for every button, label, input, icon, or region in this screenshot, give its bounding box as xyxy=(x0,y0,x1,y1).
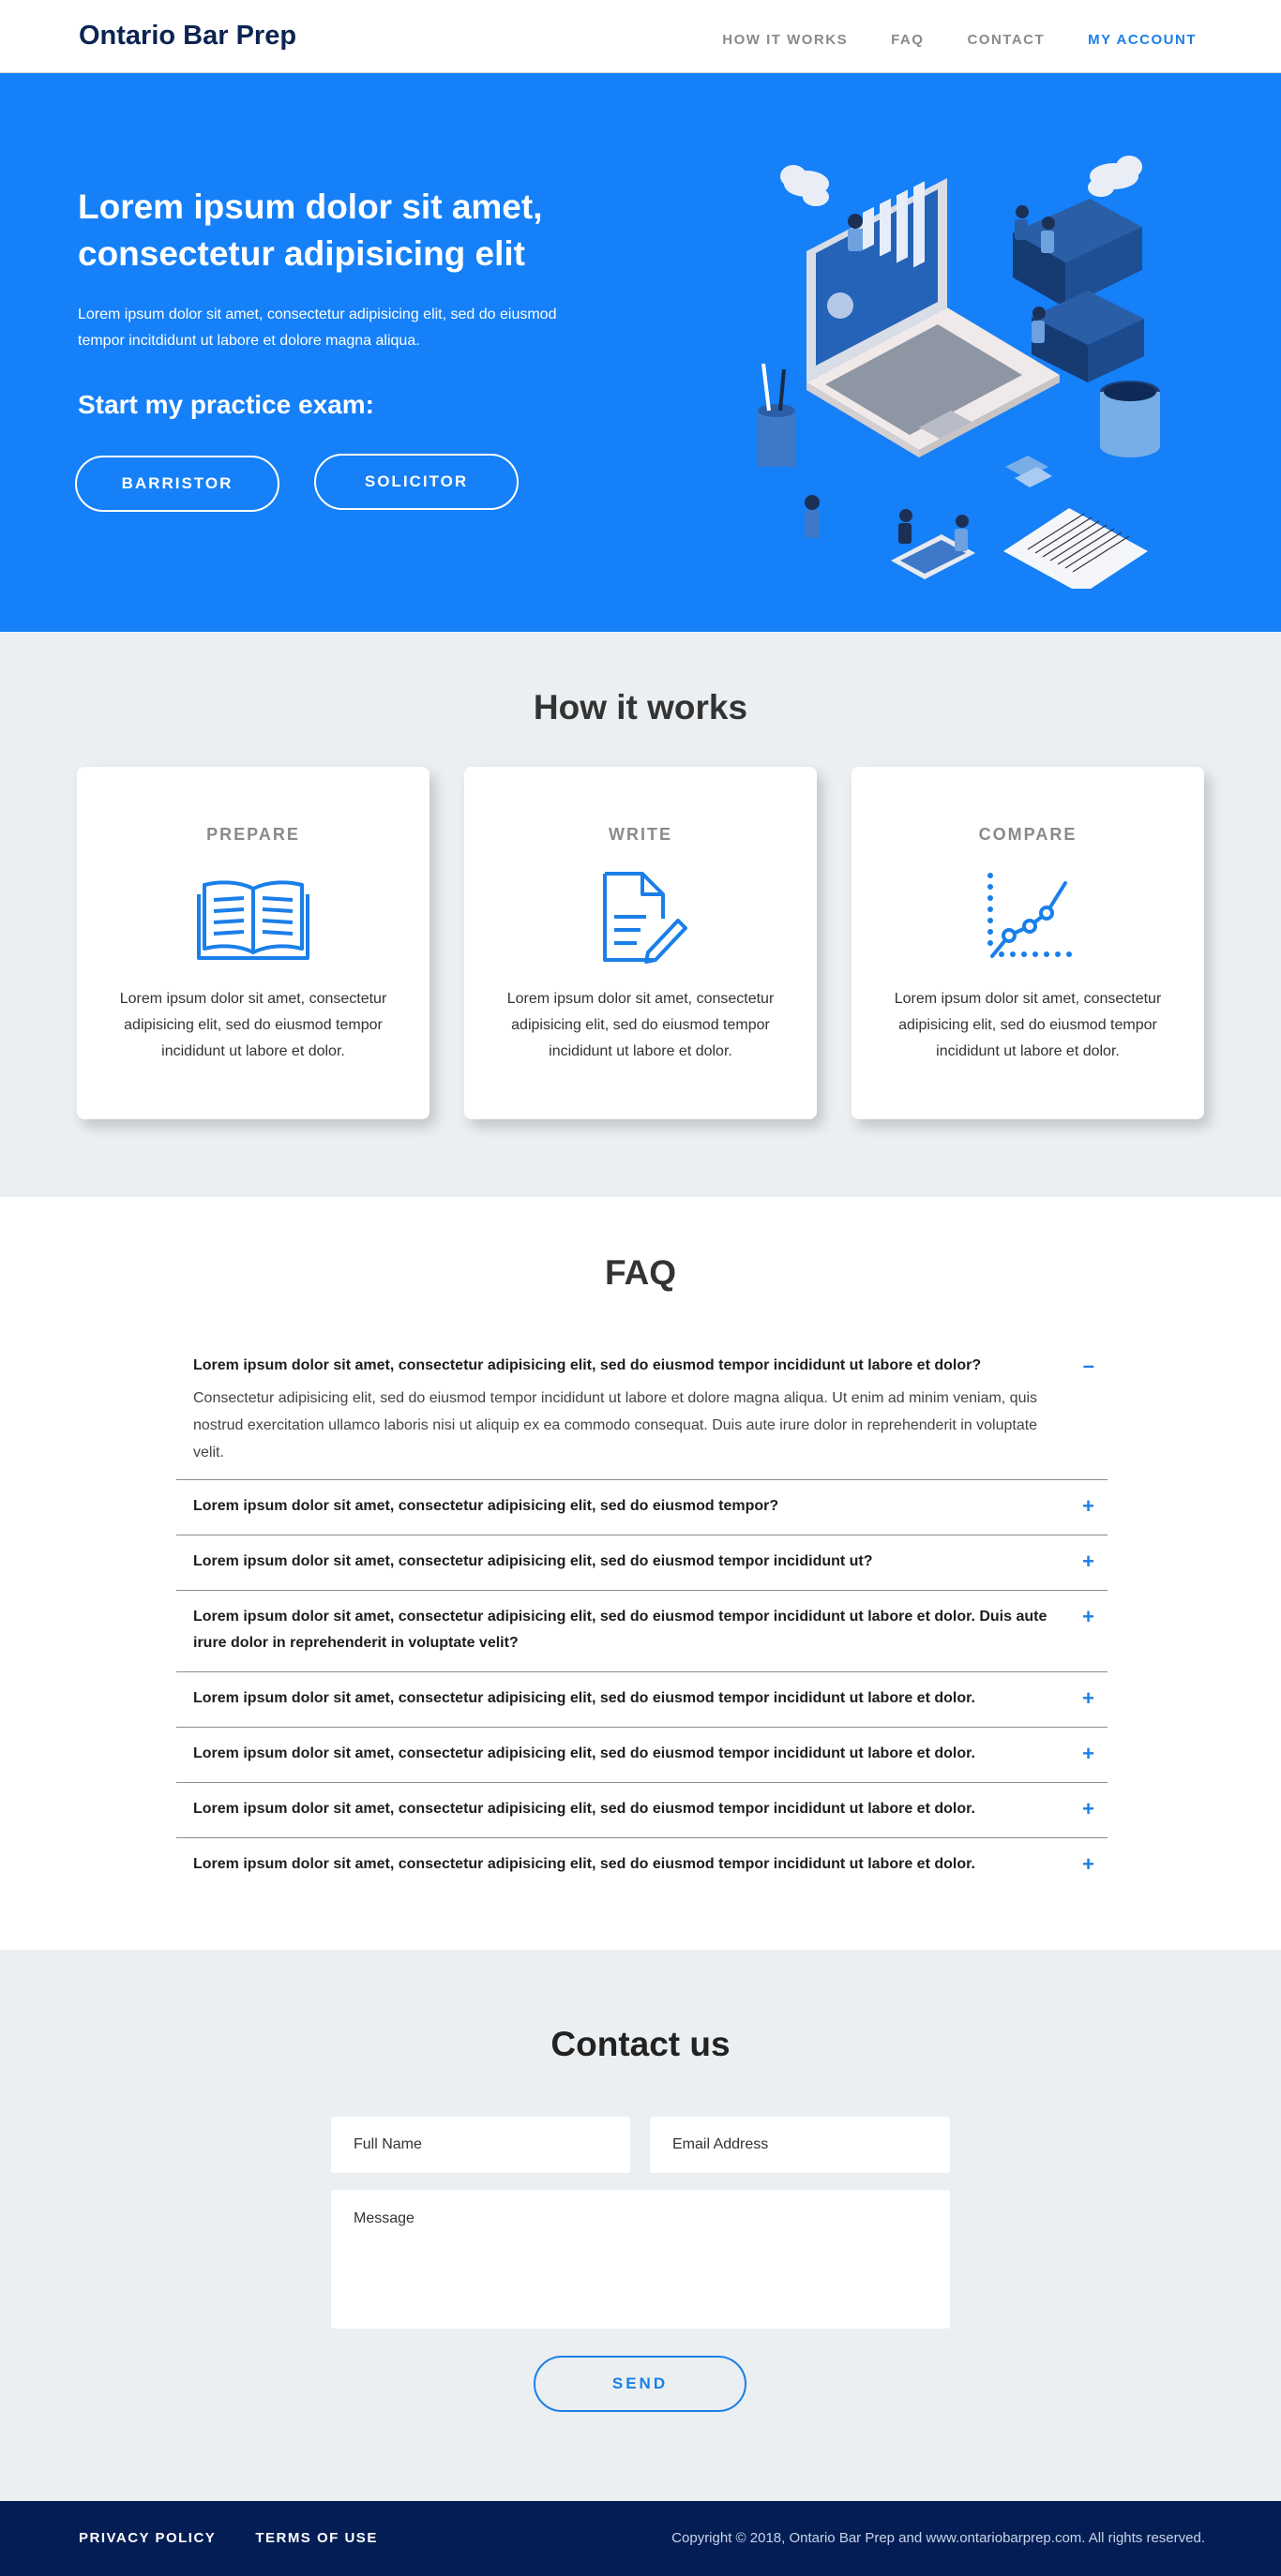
faq-question[interactable]: Lorem ipsum dolor sit amet, consectetur … xyxy=(193,1493,1051,1520)
expand-icon[interactable]: + xyxy=(1082,1549,1094,1575)
full-name-field[interactable] xyxy=(331,2117,630,2173)
expand-icon[interactable]: + xyxy=(1082,1851,1094,1878)
faq-item[interactable]: Lorem ipsum dolor sit amet, consectetur … xyxy=(176,1340,1108,1480)
expand-icon[interactable]: + xyxy=(1082,1604,1094,1630)
faq-list: Lorem ipsum dolor sit amet, consectetur … xyxy=(176,1340,1108,1893)
email-field[interactable] xyxy=(650,2117,950,2173)
faq-question[interactable]: Lorem ipsum dolor sit amet, consectetur … xyxy=(193,1549,1051,1575)
card-compare: COMPARE Lorem ipsum dolor sit amet, cons… xyxy=(851,767,1204,1119)
expand-icon[interactable]: + xyxy=(1082,1741,1094,1767)
solicitor-button[interactable]: SOLICITOR xyxy=(314,454,519,510)
nav-menu: HOW IT WORKS FAQ CONTACT MY ACCOUNT xyxy=(722,32,1197,48)
collapse-icon[interactable]: – xyxy=(1083,1353,1094,1379)
footer-links: PRIVACY POLICY TERMS OF USE xyxy=(79,2530,378,2546)
faq-answer: Consectetur adipisicing elit, sed do eiu… xyxy=(193,1390,1038,1460)
hero-lead: Lorem ipsum dolor sit amet, consectetur … xyxy=(78,307,557,349)
faq-question[interactable]: Lorem ipsum dolor sit amet, consectetur … xyxy=(193,1353,1051,1379)
card-text: Lorem ipsum dolor sit amet, consectetur … xyxy=(119,991,387,1059)
card-prepare: PREPARE Lorem ipsum dolor sit amet, cons… xyxy=(77,767,430,1119)
footer: PRIVACY POLICY TERMS OF USE Copyright © … xyxy=(0,2501,1281,2576)
faq-question[interactable]: Lorem ipsum dolor sit amet, consectetur … xyxy=(193,1604,1051,1656)
faq-item[interactable]: Lorem ipsum dolor sit amet, consectetur … xyxy=(176,1672,1108,1728)
faq-item[interactable]: Lorem ipsum dolor sit amet, consectetur … xyxy=(176,1480,1108,1535)
nav-contact[interactable]: CONTACT xyxy=(967,32,1045,48)
faq-item[interactable]: Lorem ipsum dolor sit amet, consectetur … xyxy=(176,1591,1108,1672)
card-title: WRITE xyxy=(609,825,672,844)
expand-icon[interactable]: + xyxy=(1082,1796,1094,1822)
faq-question[interactable]: Lorem ipsum dolor sit amet, consectetur … xyxy=(193,1685,1051,1712)
open-book-icon xyxy=(197,880,309,960)
card-text: Lorem ipsum dolor sit amet, consectetur … xyxy=(894,991,1162,1059)
hero-section: Lorem ipsum dolor sit amet, consectetur … xyxy=(0,73,1281,632)
terms-of-use-link[interactable]: TERMS OF USE xyxy=(255,2530,378,2546)
send-button[interactable]: SEND xyxy=(534,2356,746,2412)
nav-how-it-works[interactable]: HOW IT WORKS xyxy=(722,32,848,48)
privacy-policy-link[interactable]: PRIVACY POLICY xyxy=(79,2530,216,2546)
faq-item[interactable]: Lorem ipsum dolor sit amet, consectetur … xyxy=(176,1838,1108,1893)
faq-item[interactable]: Lorem ipsum dolor sit amet, consectetur … xyxy=(176,1783,1108,1838)
copyright-text: Copyright © 2018, Ontario Bar Prep and w… xyxy=(671,2530,1205,2546)
contact-title: Contact us xyxy=(550,2025,731,2063)
message-field[interactable] xyxy=(331,2190,950,2329)
hero-cta-heading: Start my practice exam: xyxy=(78,390,374,419)
hero-title: Lorem ipsum dolor sit amet, consectetur … xyxy=(78,187,543,273)
card-title: COMPARE xyxy=(978,825,1078,844)
card-text: Lorem ipsum dolor sit amet, consectetur … xyxy=(506,991,775,1059)
document-pencil-icon xyxy=(603,872,687,964)
how-it-works-title: How it works xyxy=(533,688,748,726)
how-it-works-section: How it works PREPARE Lorem ipsum dolor s… xyxy=(0,632,1281,1197)
contact-section: Contact us SEND xyxy=(0,1950,1281,2501)
card-write: WRITE Lorem ipsum dolor sit amet, consec… xyxy=(464,767,817,1119)
faq-title: FAQ xyxy=(604,1253,677,1292)
laptop-books-people-illustration-icon xyxy=(758,156,1160,589)
faq-item[interactable]: Lorem ipsum dolor sit amet, consectetur … xyxy=(176,1728,1108,1783)
expand-icon[interactable]: + xyxy=(1082,1685,1094,1712)
brand-logo[interactable]: Ontario Bar Prep xyxy=(79,21,296,52)
card-title: PREPARE xyxy=(206,825,300,844)
nav-faq[interactable]: FAQ xyxy=(891,32,924,48)
expand-icon[interactable]: + xyxy=(1082,1493,1094,1520)
top-nav: Ontario Bar Prep HOW IT WORKS FAQ CONTAC… xyxy=(0,0,1281,73)
faq-question[interactable]: Lorem ipsum dolor sit amet, consectetur … xyxy=(193,1796,1051,1822)
nav-my-account[interactable]: MY ACCOUNT xyxy=(1088,32,1197,48)
faq-item[interactable]: Lorem ipsum dolor sit amet, consectetur … xyxy=(176,1535,1108,1591)
faq-question[interactable]: Lorem ipsum dolor sit amet, consectetur … xyxy=(193,1851,1051,1878)
barristor-button[interactable]: BARRISTOR xyxy=(75,456,279,512)
line-chart-icon xyxy=(987,873,1072,958)
faq-question[interactable]: Lorem ipsum dolor sit amet, consectetur … xyxy=(193,1741,1051,1767)
faq-section: FAQ Lorem ipsum dolor sit amet, consecte… xyxy=(0,1197,1281,1950)
